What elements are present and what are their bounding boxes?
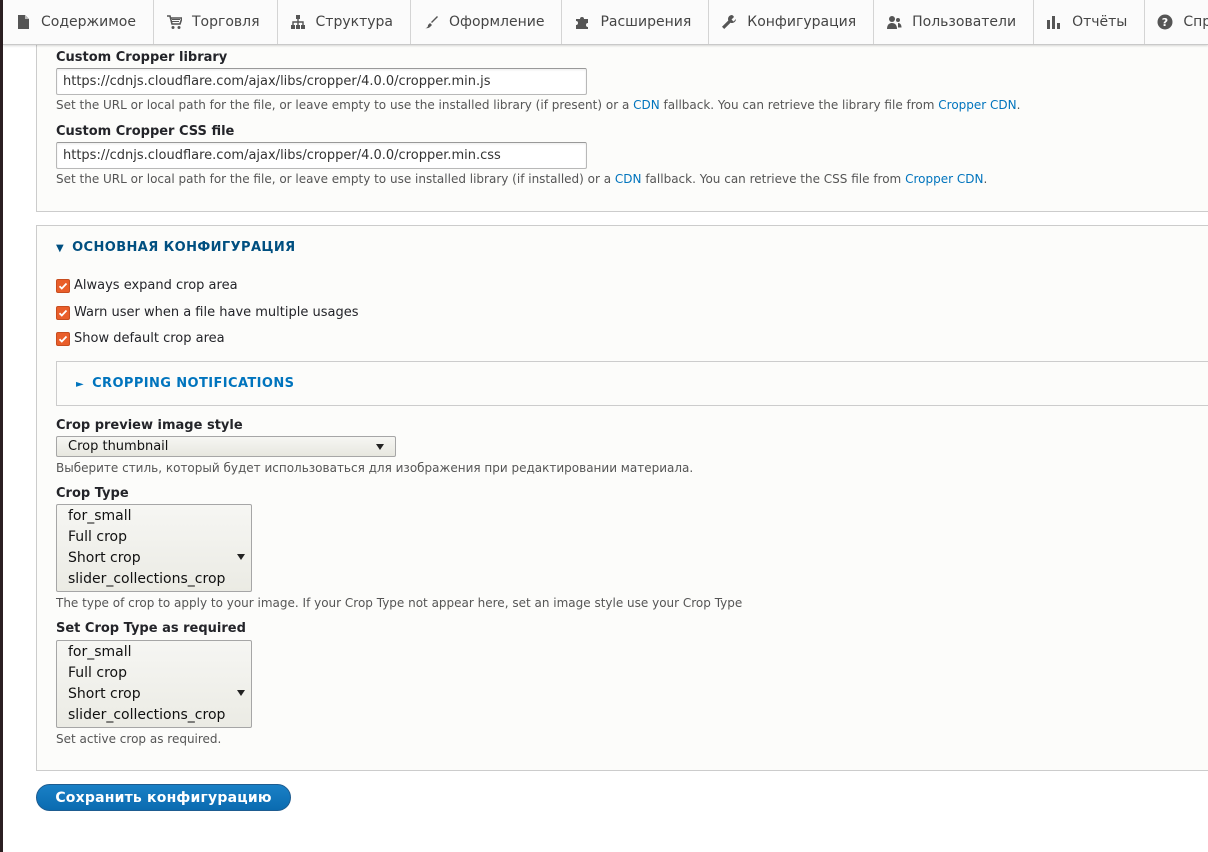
crop-type-description: The type of crop to apply to your image.… — [56, 596, 743, 610]
toolbar-item-label: Справка — [1183, 14, 1208, 30]
toolbar-item-commerce[interactable]: Торговля — [154, 0, 278, 44]
paintbrush-icon — [423, 14, 439, 30]
toolbar-item-label: Торговля — [191, 14, 260, 30]
checkbox-label: Warn user when a file have multiple usag… — [74, 305, 359, 320]
toolbar-item-appearance[interactable]: Оформление — [411, 0, 563, 44]
description-text: Set the URL or local path for the file, … — [56, 172, 615, 186]
expand-triangle-icon: ► — [76, 379, 85, 390]
toolbar-item-help[interactable]: ? Справка — [1145, 0, 1208, 44]
help-icon: ? — [1157, 14, 1173, 30]
crop-preview-select[interactable]: Crop thumbnail — [56, 436, 396, 457]
toolbar-item-label: Пользователи — [912, 14, 1017, 30]
window-edge — [0, 0, 3, 852]
section-title-text: Cropping notifications — [92, 376, 295, 391]
toolbar-item-configuration[interactable]: Конфигурация — [709, 0, 875, 44]
chevron-down-icon — [237, 554, 245, 560]
toolbar-item-structure[interactable]: Структура — [278, 0, 411, 44]
required-crop-type-description: Set active crop as required. — [56, 732, 222, 746]
bar-chart-icon — [1046, 14, 1062, 30]
cropper-css-label: Custom Cropper CSS file — [56, 124, 235, 139]
collapse-triangle-icon: ▼ — [56, 243, 65, 254]
description-text: fallback. You can retrieve the library f… — [659, 98, 939, 112]
list-option[interactable]: slider_collections_crop — [57, 705, 251, 726]
list-option[interactable]: for_small — [57, 642, 251, 663]
cropper-css-description: Set the URL or local path for the file, … — [56, 172, 987, 186]
list-option[interactable]: Full crop — [57, 663, 251, 684]
sitemap-icon — [290, 14, 306, 30]
crop-type-label: Crop Type — [56, 486, 129, 501]
section-title-text: Основная конфигурация — [72, 240, 296, 255]
checkbox-label: Always expand crop area — [74, 278, 238, 293]
always-expand-checkbox-row[interactable]: Always expand crop area — [56, 278, 238, 293]
list-option[interactable]: Short crop — [57, 548, 251, 569]
crop-type-listbox[interactable]: for_small Full crop Short crop slider_co… — [56, 504, 252, 592]
cdn-link[interactable]: CDN — [615, 172, 642, 186]
cropper-library-input[interactable] — [56, 68, 587, 95]
description-text: . — [1016, 98, 1021, 112]
checkbox-always-expand[interactable] — [56, 278, 70, 293]
toolbar-item-label: Содержимое — [41, 14, 136, 30]
list-option[interactable]: slider_collections_crop — [57, 569, 251, 590]
toolbar-item-label: Расширения — [600, 14, 692, 30]
cropper-cdn-link[interactable]: Cropper CDN — [938, 98, 1016, 112]
toolbar-item-label: Структура — [315, 14, 393, 30]
toolbar-item-extend[interactable]: Расширения — [562, 0, 710, 44]
toolbar-item-label: Оформление — [449, 14, 545, 30]
save-configuration-button[interactable]: Сохранить конфигурацию — [36, 784, 291, 811]
checkbox-warn-multiple-usages[interactable] — [56, 305, 70, 320]
cropping-notifications-toggle[interactable]: ► Cropping notifications — [76, 376, 294, 391]
checkmark-icon — [58, 282, 68, 290]
chevron-down-icon — [376, 443, 384, 450]
description-text: fallback. You can retrieve the CSS file … — [641, 172, 906, 186]
crop-preview-description: Выберите стиль, который будет использова… — [56, 461, 694, 475]
checkbox-show-default-crop[interactable] — [56, 331, 70, 346]
list-option[interactable]: Full crop — [57, 527, 251, 548]
toolbar-item-label: Конфигурация — [747, 14, 857, 30]
cropper-cdn-link[interactable]: Cropper CDN — [905, 172, 983, 186]
list-option[interactable]: Short crop — [57, 684, 251, 705]
description-text: Set the URL or local path for the file, … — [56, 98, 634, 112]
main-configuration-panel: ▼ Основная конфигурация Always expand cro… — [36, 225, 1208, 771]
cropper-library-description: Set the URL or local path for the file, … — [56, 98, 1020, 112]
crop-preview-label: Crop preview image style — [56, 418, 243, 433]
checkmark-icon — [58, 309, 68, 317]
list-option[interactable]: for_small — [57, 506, 251, 527]
description-text: . — [983, 172, 988, 186]
warn-multiple-usages-checkbox-row[interactable]: Warn user when a file have multiple usag… — [56, 305, 358, 320]
chevron-down-icon — [237, 690, 245, 696]
checkmark-icon — [58, 335, 68, 343]
main-configuration-toggle[interactable]: ▼ Основная конфигурация — [56, 240, 296, 255]
toolbar-item-people[interactable]: Пользователи — [874, 0, 1035, 44]
admin-toolbar: Содержимое Торговля Структура Оформление… — [3, 0, 1208, 45]
wrench-icon — [721, 14, 737, 30]
toolbar-item-label: Отчёты — [1072, 14, 1128, 30]
cropping-notifications-panel: ► Cropping notifications — [56, 361, 1208, 406]
checkbox-label: Show default crop area — [74, 331, 225, 346]
svg-text:?: ? — [1162, 16, 1168, 29]
users-icon — [886, 14, 902, 30]
cart-icon — [166, 14, 182, 30]
select-value: Crop thumbnail — [68, 439, 169, 454]
cropper-css-input[interactable] — [56, 142, 587, 169]
toolbar-item-content[interactable]: Содержимое — [3, 0, 154, 44]
puzzle-icon — [574, 14, 590, 30]
show-default-crop-checkbox-row[interactable]: Show default crop area — [56, 331, 225, 346]
required-crop-type-label: Set Crop Type as required — [56, 621, 246, 636]
library-settings-panel: Custom Cropper library Set the URL or lo… — [36, 36, 1208, 212]
file-icon — [15, 14, 31, 30]
cropper-library-label: Custom Cropper library — [56, 50, 228, 65]
cdn-link[interactable]: CDN — [633, 98, 660, 112]
toolbar-item-reports[interactable]: Отчёты — [1034, 0, 1146, 44]
required-crop-type-listbox[interactable]: for_small Full crop Short crop slider_co… — [56, 640, 252, 728]
